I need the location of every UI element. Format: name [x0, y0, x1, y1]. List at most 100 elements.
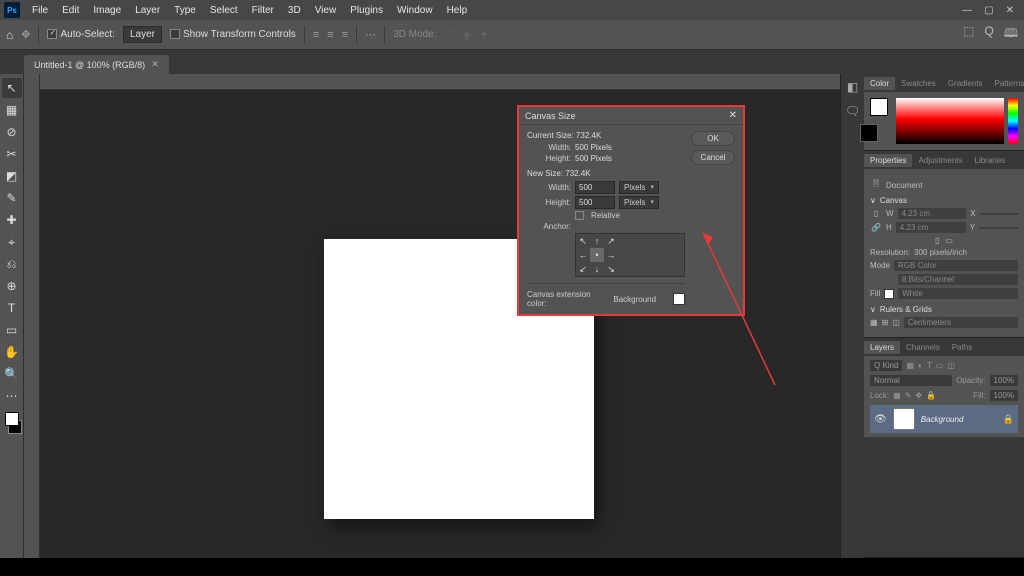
width-unit-dropdown[interactable]: Pixels: [619, 181, 659, 194]
foreground-color[interactable]: [5, 412, 19, 426]
tab-channels[interactable]: Channels: [900, 341, 946, 354]
new-height-input[interactable]: [575, 196, 615, 209]
link-icon[interactable]: 🔗: [870, 223, 882, 232]
ok-button[interactable]: OK: [691, 131, 735, 146]
menu-view[interactable]: View: [309, 3, 343, 18]
layer-row-background[interactable]: 👁 Background 🔒: [870, 405, 1018, 433]
lock-position-icon[interactable]: ✥: [915, 391, 922, 400]
landscape-icon[interactable]: ▭: [945, 236, 953, 245]
orientation-icon[interactable]: ▯: [870, 209, 882, 218]
hand-tool[interactable]: ✋: [2, 342, 22, 362]
extension-color-swatch[interactable]: [673, 293, 685, 305]
comments-icon[interactable]: 🗨: [845, 104, 860, 118]
home-icon[interactable]: ⌂: [6, 28, 13, 42]
cloud-icon[interactable]: Q: [985, 24, 994, 45]
fg-swatch[interactable]: [870, 98, 888, 116]
window-close[interactable]: ✕: [1006, 5, 1014, 16]
fill-swatch[interactable]: [884, 289, 894, 299]
align-icon[interactable]: ≡: [327, 29, 333, 41]
menu-help[interactable]: Help: [441, 3, 474, 18]
menu-type[interactable]: Type: [168, 3, 202, 18]
tab-layers[interactable]: Layers: [864, 341, 900, 354]
search-icon[interactable]: ⬚: [963, 24, 974, 45]
blend-mode-dropdown[interactable]: Normal: [870, 375, 952, 386]
close-tab-icon[interactable]: ✕: [151, 59, 159, 70]
more-tools[interactable]: ⋯: [2, 386, 22, 406]
grid-icon[interactable]: ⊞: [882, 318, 889, 327]
visibility-icon[interactable]: 👁: [874, 414, 887, 425]
lock-icon[interactable]: 🔒: [1003, 414, 1014, 425]
zoom-tool[interactable]: 🔍: [2, 364, 22, 384]
ruler-unit-dropdown[interactable]: Centimeters: [904, 317, 1018, 328]
auto-select-checkbox[interactable]: [47, 29, 57, 39]
tab-gradients[interactable]: Gradients: [942, 77, 989, 90]
stamp-tool[interactable]: ⎌: [2, 254, 22, 274]
heal-tool[interactable]: ✚: [2, 210, 22, 230]
anchor-e[interactable]: →: [604, 248, 618, 262]
window-maximize[interactable]: ▢: [984, 5, 993, 16]
distribute-icon[interactable]: ⋯: [365, 28, 376, 41]
align-icon[interactable]: ≡: [313, 29, 319, 41]
filter-type-icon[interactable]: T: [927, 361, 932, 370]
guide-icon[interactable]: ◫: [892, 318, 900, 327]
dialog-close-icon[interactable]: ✕: [729, 110, 737, 121]
3d-icon[interactable]: ✦: [479, 28, 488, 41]
lock-all-icon[interactable]: 🔒: [926, 391, 936, 400]
layer-kind-filter[interactable]: Q Kind: [870, 360, 902, 371]
layer-name[interactable]: Background: [921, 415, 964, 424]
auto-select-dropdown[interactable]: Layer: [123, 26, 162, 43]
tab-patterns[interactable]: Patterns: [989, 77, 1024, 90]
color-spectrum[interactable]: [896, 98, 1004, 144]
menu-edit[interactable]: Edit: [56, 3, 85, 18]
filter-shape-icon[interactable]: ▭: [936, 361, 944, 370]
prop-height[interactable]: 4.23 cm: [896, 222, 966, 233]
mode-dropdown[interactable]: RGB Color: [894, 260, 1018, 271]
cancel-button[interactable]: Cancel: [691, 150, 735, 165]
portrait-icon[interactable]: ▯: [935, 236, 939, 245]
tab-properties[interactable]: Properties: [864, 154, 912, 167]
tab-color[interactable]: Color: [864, 77, 895, 90]
marquee-tool[interactable]: ▦: [2, 100, 22, 120]
fill-field[interactable]: 100%: [990, 390, 1018, 401]
show-transform-checkbox[interactable]: [170, 29, 180, 39]
hue-slider[interactable]: [1008, 98, 1018, 144]
extension-color-dropdown[interactable]: Background: [613, 295, 669, 304]
tab-adjustments[interactable]: Adjustments: [912, 154, 968, 167]
filter-adjust-icon[interactable]: ◐: [918, 361, 923, 370]
anchor-s[interactable]: ↓: [590, 262, 604, 276]
rulers-section[interactable]: Rulers & Grids: [880, 305, 932, 314]
eraser-tool[interactable]: ⊕: [2, 276, 22, 296]
menu-file[interactable]: File: [26, 3, 54, 18]
lasso-tool[interactable]: ⊘: [2, 122, 22, 142]
new-width-input[interactable]: [575, 181, 615, 194]
tab-libraries[interactable]: Libraries: [969, 154, 1012, 167]
move-tool[interactable]: ↖: [2, 78, 22, 98]
frame-tool[interactable]: ◩: [2, 166, 22, 186]
ruler-horizontal[interactable]: [40, 74, 840, 90]
fill-dropdown[interactable]: White: [898, 288, 1018, 299]
ruler-icon[interactable]: ▦: [870, 318, 878, 327]
lock-pixels-icon[interactable]: ✎: [905, 391, 912, 400]
crop-tool[interactable]: ✂: [2, 144, 22, 164]
tab-paths[interactable]: Paths: [946, 341, 978, 354]
height-unit-dropdown[interactable]: Pixels: [619, 196, 659, 209]
window-minimize[interactable]: —: [962, 5, 972, 16]
eyedropper-tool[interactable]: ✎: [2, 188, 22, 208]
bits-dropdown[interactable]: 8 Bits/Channel: [898, 274, 1018, 285]
anchor-center[interactable]: •: [590, 248, 604, 262]
lock-transparency-icon[interactable]: ▦: [893, 391, 901, 400]
dialog-titlebar[interactable]: Canvas Size ✕: [519, 107, 743, 125]
history-icon[interactable]: ◧: [847, 80, 858, 94]
anchor-sw[interactable]: ↙: [576, 262, 590, 276]
type-tool[interactable]: T: [2, 298, 22, 318]
layer-thumbnail[interactable]: [893, 408, 915, 430]
opacity-field[interactable]: 100%: [990, 375, 1018, 386]
anchor-ne[interactable]: ↗: [604, 234, 618, 248]
brush-tool[interactable]: ⌖: [2, 232, 22, 252]
menu-select[interactable]: Select: [204, 3, 244, 18]
shape-tool[interactable]: ▭: [2, 320, 22, 340]
tab-swatches[interactable]: Swatches: [895, 77, 942, 90]
anchor-se[interactable]: ↘: [604, 262, 618, 276]
prop-width[interactable]: 4.23 cm: [898, 208, 967, 219]
align-icon[interactable]: ≡: [342, 29, 348, 41]
